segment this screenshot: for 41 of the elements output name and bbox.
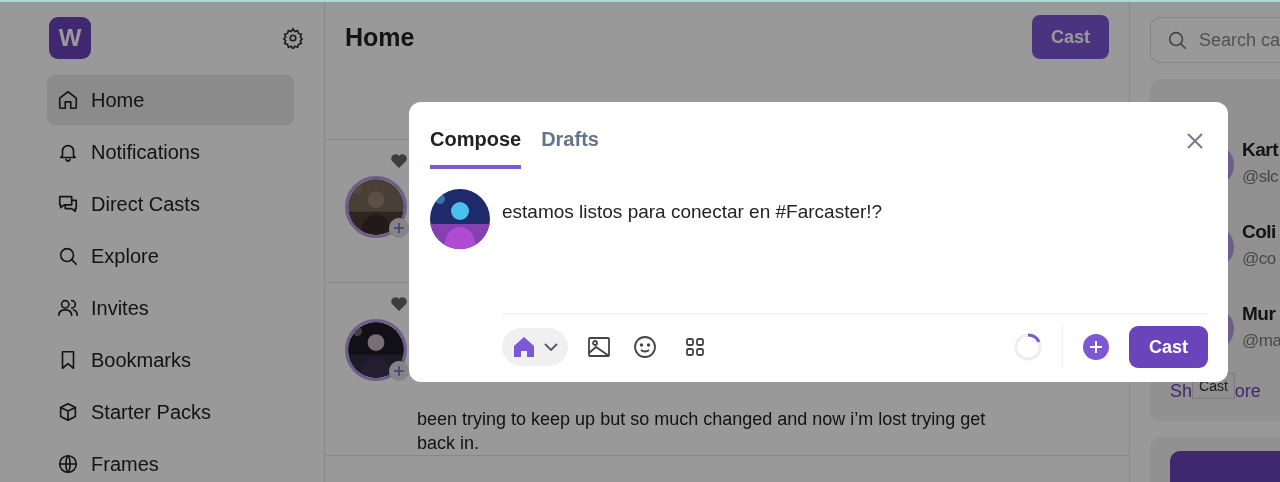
user-name[interactable]: Mur xyxy=(1242,303,1280,325)
globe-icon xyxy=(57,453,79,475)
show-more-link[interactable]: Sh xyxy=(1170,381,1193,402)
sidebar-item[interactable]: Invites xyxy=(47,283,294,333)
post-text: been trying to keep up but so much changed and now i’m lost trying get back in. xyxy=(417,408,987,455)
tab[interactable]: Drafts xyxy=(541,128,599,169)
sidebar-item[interactable]: Frames xyxy=(47,439,294,482)
sidebar-item[interactable]: Home xyxy=(47,75,294,125)
sidebar-item[interactable]: Starter Packs xyxy=(47,387,294,437)
heart-icon[interactable] xyxy=(391,154,407,168)
home-icon xyxy=(57,89,79,111)
show-more-link[interactable]: ore xyxy=(1234,381,1261,402)
cast-button[interactable]: Cast xyxy=(1129,326,1208,368)
user-name[interactable]: Coli xyxy=(1242,221,1280,243)
cast-button[interactable]: Cast xyxy=(1032,15,1109,59)
user-handle: @co xyxy=(1242,249,1277,269)
sidebar-item[interactable]: Bookmarks xyxy=(47,335,294,385)
page-title: Home xyxy=(345,23,415,52)
close-icon[interactable] xyxy=(1186,132,1204,150)
home-icon xyxy=(512,336,536,358)
search-icon xyxy=(1166,29,1188,51)
sidebar-item[interactable]: Direct Casts xyxy=(47,179,294,229)
sidebar-item[interactable]: Explore xyxy=(47,231,294,281)
user-handle: @slc xyxy=(1242,167,1280,187)
settings-icon[interactable] xyxy=(282,27,304,49)
people-icon xyxy=(57,297,79,319)
app-logo[interactable]: W xyxy=(49,17,91,59)
tab[interactable]: Compose xyxy=(430,128,522,169)
chevron-down-icon xyxy=(544,342,558,352)
image-icon[interactable] xyxy=(588,337,610,357)
loading-spinner-icon xyxy=(1014,333,1042,361)
search-icon xyxy=(57,245,79,267)
add-plus-icon[interactable] xyxy=(1083,334,1109,360)
cube-icon xyxy=(57,401,79,423)
cast-text-field[interactable]: estamos listos para conectar en #Farcaster!? xyxy=(502,189,883,313)
channel-selector[interactable] xyxy=(502,328,568,366)
user-name[interactable]: Kart xyxy=(1242,139,1280,161)
chat-bubbles-icon xyxy=(57,193,79,215)
search-field[interactable]: Search ca xyxy=(1150,17,1280,63)
sidebar-item[interactable]: Notifications xyxy=(47,127,294,177)
heart-icon[interactable] xyxy=(391,297,407,311)
